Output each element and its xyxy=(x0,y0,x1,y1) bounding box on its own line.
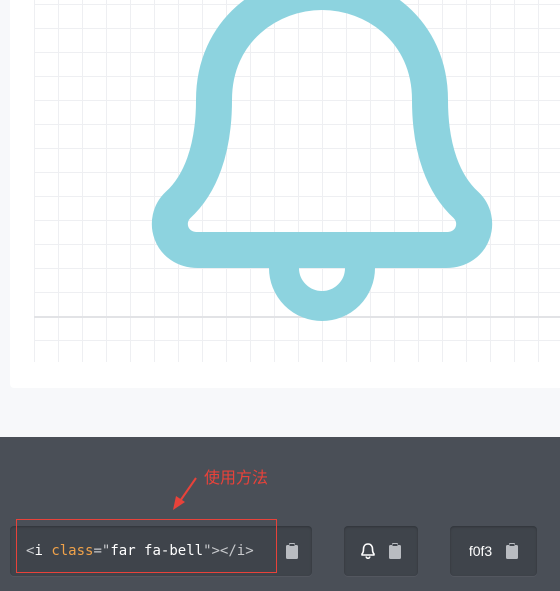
clipboard-icon[interactable] xyxy=(506,543,519,559)
glyph-chip[interactable] xyxy=(344,526,418,576)
unicode-chip[interactable]: f0f3 xyxy=(450,526,537,576)
icon-preview-card xyxy=(10,0,560,388)
bell-icon xyxy=(151,0,493,321)
clipboard-icon[interactable] xyxy=(389,543,401,559)
usage-annotation: 使用方法 xyxy=(204,470,269,487)
clipboard-icon[interactable] xyxy=(286,543,298,559)
annotation-arrow xyxy=(173,477,197,510)
usage-highlight xyxy=(16,519,277,573)
unicode-value[interactable]: f0f3 xyxy=(469,543,492,559)
bell-icon xyxy=(361,543,375,559)
